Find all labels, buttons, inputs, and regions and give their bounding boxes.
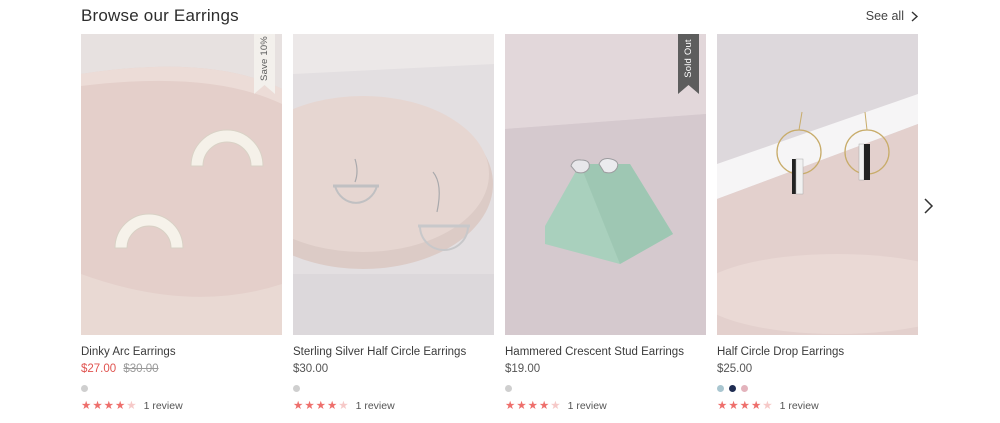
- star-icon: ★: [750, 400, 762, 412]
- product-rating[interactable]: ★ ★ ★ ★ ★ 1 review: [81, 400, 183, 412]
- color-swatches: [717, 385, 748, 392]
- star-icon: ★: [103, 400, 114, 412]
- product-price: $27.00 $30.00: [81, 363, 159, 375]
- review-count[interactable]: 1 review: [780, 400, 819, 412]
- sale-price: $27.00: [81, 363, 117, 375]
- product-name[interactable]: Dinky Arc Earrings: [81, 346, 176, 358]
- product-carousel: Save 10% Dinky Arc Earrings $27.00 $30.0…: [81, 34, 919, 419]
- carousel-next-button[interactable]: [921, 197, 935, 215]
- product-card[interactable]: Save 10% Dinky Arc Earrings $27.00 $30.0…: [81, 34, 282, 419]
- star-icon: ★: [739, 400, 750, 412]
- review-count[interactable]: 1 review: [356, 400, 395, 412]
- product-image[interactable]: [81, 34, 282, 335]
- product-image[interactable]: [293, 34, 494, 335]
- product-rating[interactable]: ★ ★ ★ ★ ★ 1 review: [717, 400, 819, 412]
- review-count[interactable]: 1 review: [144, 400, 183, 412]
- star-icon: ★: [293, 400, 304, 412]
- rating-stars: ★ ★ ★ ★ ★: [293, 400, 349, 412]
- product-card[interactable]: Sold Out Hammered Crescent Stud Earrings…: [505, 34, 706, 419]
- star-icon: ★: [550, 400, 561, 412]
- product-price: $19.00: [505, 363, 541, 375]
- star-icon: ★: [762, 400, 773, 412]
- ribbon-label: Save 10%: [259, 35, 271, 81]
- save-ribbon: Save 10%: [254, 34, 275, 94]
- star-icon: ★: [304, 400, 315, 412]
- color-swatch[interactable]: [741, 385, 748, 392]
- star-icon: ★: [92, 400, 103, 412]
- product-card[interactable]: Sterling Silver Half Circle Earrings $30…: [293, 34, 494, 419]
- original-price: $30.00: [123, 363, 159, 375]
- color-swatch[interactable]: [293, 385, 300, 392]
- star-icon: ★: [527, 400, 538, 412]
- product-rating[interactable]: ★ ★ ★ ★ ★ 1 review: [505, 400, 607, 412]
- color-swatches: [293, 385, 300, 392]
- star-icon: ★: [728, 400, 739, 412]
- product-price: $25.00: [717, 363, 753, 375]
- product-name[interactable]: Half Circle Drop Earrings: [717, 346, 844, 358]
- product-name[interactable]: Sterling Silver Half Circle Earrings: [293, 346, 466, 358]
- see-all-label: See all: [865, 9, 904, 23]
- product-name[interactable]: Hammered Crescent Stud Earrings: [505, 346, 684, 358]
- star-icon: ★: [315, 400, 326, 412]
- product-price: $30.00: [293, 363, 329, 375]
- ribbon-label: Sold Out: [683, 38, 695, 78]
- product-image[interactable]: [505, 34, 706, 335]
- star-icon: ★: [326, 400, 338, 412]
- star-icon: ★: [114, 400, 126, 412]
- star-icon: ★: [126, 400, 137, 412]
- star-icon: ★: [338, 400, 349, 412]
- star-icon: ★: [717, 400, 728, 412]
- product-card[interactable]: Half Circle Drop Earrings $25.00 ★ ★ ★ ★…: [717, 34, 918, 419]
- color-swatch[interactable]: [729, 385, 736, 392]
- rating-stars: ★ ★ ★ ★ ★: [505, 400, 561, 412]
- rating-stars: ★ ★ ★ ★ ★: [81, 400, 137, 412]
- product-image[interactable]: [717, 34, 918, 335]
- color-swatch[interactable]: [81, 385, 88, 392]
- review-count[interactable]: 1 review: [568, 400, 607, 412]
- chevron-right-icon: [924, 198, 934, 214]
- section-title: Browse our Earrings: [81, 6, 239, 25]
- color-swatches: [81, 385, 88, 392]
- star-icon: ★: [505, 400, 516, 412]
- star-icon: ★: [538, 400, 550, 412]
- chevron-right-icon: [911, 10, 919, 22]
- section-header: Browse our Earrings See all: [81, 6, 919, 28]
- star-icon: ★: [81, 400, 92, 412]
- star-icon: ★: [516, 400, 527, 412]
- see-all-link[interactable]: See all: [866, 9, 919, 23]
- product-rating[interactable]: ★ ★ ★ ★ ★ 1 review: [293, 400, 395, 412]
- color-swatches: [505, 385, 512, 392]
- sold-out-ribbon: Sold Out: [678, 34, 699, 94]
- rating-stars: ★ ★ ★ ★ ★: [717, 400, 773, 412]
- color-swatch[interactable]: [505, 385, 512, 392]
- color-swatch[interactable]: [717, 385, 724, 392]
